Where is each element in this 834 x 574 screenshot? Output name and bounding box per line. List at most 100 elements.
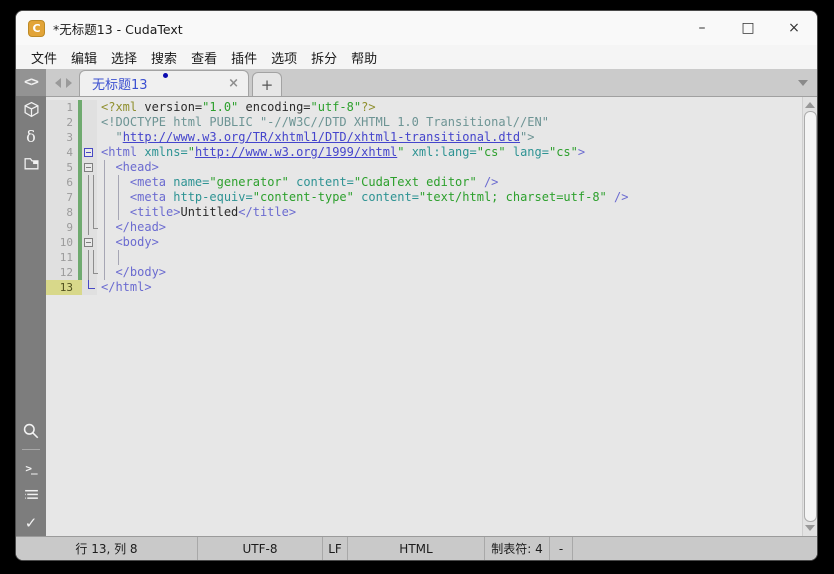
sidebar-item-validate[interactable]: ✓ <box>16 509 46 536</box>
tab-untitled13[interactable]: 无标题13 × <box>79 70 249 96</box>
new-tab-button[interactable]: + <box>252 72 282 96</box>
fold-column[interactable] <box>82 235 97 250</box>
line-number[interactable]: 6 <box>46 175 78 190</box>
scroll-up-icon[interactable] <box>805 102 815 108</box>
fold-column[interactable] <box>82 190 97 205</box>
line-number[interactable]: 1 <box>46 100 78 115</box>
code-text: <meta name="generator" content="CudaText… <box>101 175 499 189</box>
menu-item-4[interactable]: 查看 <box>184 46 224 69</box>
sidebar-item-code[interactable]: <> <box>16 69 46 96</box>
code-line[interactable]: 7 <meta http-equiv="content-type" conten… <box>46 190 802 205</box>
code-line[interactable]: 4 <html xmlns="http://www.w3.org/1999/xht… <box>46 145 802 160</box>
tab-scroll-left-icon[interactable] <box>55 77 61 88</box>
code-line[interactable]: 1 <?xml version="1.0" encoding="utf-8"?> <box>46 100 802 115</box>
menu-item-0[interactable]: 文件 <box>24 46 64 69</box>
search-icon <box>22 422 40 440</box>
status-cursor-position[interactable]: 行 13, 列 8 <box>16 537 198 560</box>
fold-column[interactable] <box>82 250 97 265</box>
fold-column[interactable] <box>82 160 97 175</box>
list-icon <box>23 488 40 503</box>
tab-label: 无标题13 <box>92 78 148 93</box>
menu-item-1[interactable]: 编辑 <box>64 46 104 69</box>
vertical-scrollbar[interactable] <box>802 97 817 536</box>
app-icon: C <box>28 19 45 37</box>
status-tab-size[interactable]: 制表符: 4 <box>485 537 550 560</box>
line-number[interactable]: 12 <box>46 265 78 280</box>
menu-item-8[interactable]: 帮助 <box>344 46 384 69</box>
line-number[interactable]: 13 <box>46 280 78 295</box>
sidebar-item-console[interactable]: >_ <box>16 455 46 482</box>
code-line[interactable]: 5 <head> <box>46 160 802 175</box>
code-text: <!DOCTYPE html PUBLIC "-//W3C//DTD XHTML… <box>101 115 549 129</box>
code-editor[interactable]: 1 <?xml version="1.0" encoding="utf-8"?> 2… <box>46 97 802 536</box>
fold-column[interactable] <box>82 175 97 190</box>
fold-glyph[interactable] <box>84 163 93 172</box>
code-text: </html> <box>101 280 152 294</box>
code-line[interactable]: 11 <box>46 250 802 265</box>
status-message-area[interactable] <box>573 537 817 560</box>
minimize-button[interactable]: – <box>679 11 725 45</box>
line-number[interactable]: 8 <box>46 205 78 220</box>
tab-close-icon[interactable]: × <box>228 76 239 91</box>
status-insert-mode[interactable]: - <box>550 537 573 560</box>
fold-column[interactable] <box>82 145 97 160</box>
fold-column[interactable] <box>82 265 98 280</box>
line-number[interactable]: 4 <box>46 145 78 160</box>
code-text: </body> <box>101 265 167 279</box>
tab-scroll-right-icon[interactable] <box>66 77 72 88</box>
line-number[interactable]: 9 <box>46 220 78 235</box>
block-staple <box>104 160 105 280</box>
fold-glyph[interactable] <box>84 238 93 247</box>
fold-column[interactable] <box>82 100 97 115</box>
code-line[interactable]: 10 <body> <box>46 235 802 250</box>
fold-glyph <box>88 250 89 265</box>
delta-icon: δ <box>26 127 36 146</box>
fold-column[interactable] <box>82 280 97 295</box>
sidebar-item-plugins[interactable] <box>16 96 46 123</box>
close-button[interactable]: × <box>771 11 817 45</box>
code-line[interactable]: 2 <!DOCTYPE html PUBLIC "-//W3C//DTD XHTM… <box>46 115 802 130</box>
line-number[interactable]: 7 <box>46 190 78 205</box>
fold-glyph <box>88 220 89 235</box>
tab-bar: 无标题13 × + <box>46 69 817 97</box>
tab-list-dropdown-icon[interactable] <box>798 80 808 86</box>
line-number[interactable]: 10 <box>46 235 78 250</box>
menu-item-7[interactable]: 拆分 <box>304 46 344 69</box>
menu-item-2[interactable]: 选择 <box>104 46 144 69</box>
code-line[interactable]: 3 "http://www.w3.org/TR/xhtml1/DTD/xhtml… <box>46 130 802 145</box>
fold-glyph[interactable] <box>84 148 93 157</box>
window-controls: – □ × <box>679 11 817 45</box>
line-number[interactable]: 2 <box>46 115 78 130</box>
fold-column[interactable] <box>82 205 97 220</box>
code-text: <meta http-equiv="content-type" content=… <box>101 190 629 204</box>
status-line-endings[interactable]: LF <box>323 537 348 560</box>
code-line[interactable]: 9 </head> <box>46 220 802 235</box>
line-number[interactable]: 3 <box>46 130 78 145</box>
sidebar-item-snippets[interactable]: δ <box>16 123 46 150</box>
scrollbar-thumb[interactable] <box>803 111 817 522</box>
sidebar-item-search[interactable] <box>16 417 46 444</box>
fold-glyph <box>88 175 89 190</box>
sidebar-item-output[interactable] <box>16 482 46 509</box>
scroll-down-icon[interactable] <box>805 525 815 531</box>
fold-column[interactable] <box>82 220 98 235</box>
code-text: <title>Untitled</title> <box>101 205 297 219</box>
code-line[interactable]: 12 </body> <box>46 265 802 280</box>
menu-item-5[interactable]: 插件 <box>224 46 264 69</box>
title-bar[interactable]: C *无标题13 - CudaText – □ × <box>16 11 817 45</box>
code-text: <head> <box>101 160 159 174</box>
status-lexer[interactable]: HTML <box>348 537 485 560</box>
status-encoding[interactable]: UTF-8 <box>198 537 323 560</box>
maximize-button[interactable]: □ <box>725 11 771 45</box>
fold-column[interactable] <box>82 115 97 130</box>
code-line[interactable]: 8 <title>Untitled</title> <box>46 205 802 220</box>
fold-column[interactable] <box>82 130 97 145</box>
line-number[interactable]: 11 <box>46 250 78 265</box>
sidebar-item-project[interactable] <box>16 150 46 177</box>
code-line[interactable]: 13 </html> <box>46 280 802 295</box>
menu-item-3[interactable]: 搜索 <box>144 46 184 69</box>
fold-glyph <box>88 205 89 220</box>
code-line[interactable]: 6 <meta name="generator" content="CudaTe… <box>46 175 802 190</box>
line-number[interactable]: 5 <box>46 160 78 175</box>
menu-item-6[interactable]: 选项 <box>264 46 304 69</box>
